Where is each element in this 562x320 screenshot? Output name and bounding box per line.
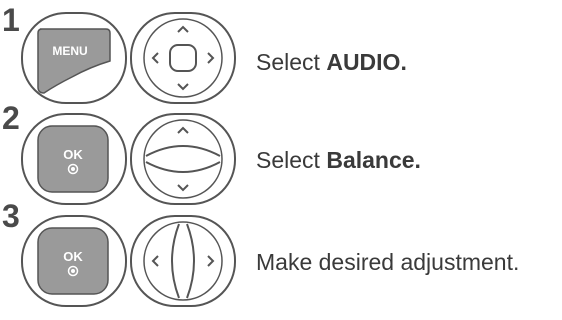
step-number-3: 3	[2, 198, 20, 234]
step-3-caption-prefix: Make desired adjustment.	[256, 249, 520, 275]
step-number-2: 2	[2, 100, 20, 136]
navigation-left-right-icon[interactable]	[129, 214, 237, 308]
step-1-caption-bold: AUDIO.	[326, 49, 407, 75]
navigation-up-down-icon[interactable]	[129, 112, 237, 206]
menu-button-label: MENU	[52, 44, 87, 58]
step-number-1: 1	[2, 2, 20, 38]
step-3-caption: Make desired adjustment.	[256, 249, 519, 276]
menu-button-icon[interactable]: MENU	[20, 11, 128, 105]
step-1-caption-prefix: Select	[256, 49, 327, 75]
step-2-caption-prefix: Select	[256, 147, 327, 173]
navigation-four-way-icon[interactable]	[129, 11, 237, 105]
ok-button-icon-step3[interactable]: OK	[20, 214, 128, 308]
ok-button-icon[interactable]: OK	[20, 112, 128, 206]
ok-button-label: OK	[63, 147, 83, 162]
step-1-caption: Select AUDIO.	[256, 49, 407, 76]
ok-button-label-step3: OK	[63, 249, 83, 264]
step-2-caption-bold: Balance.	[326, 147, 421, 173]
step-2-caption: Select Balance.	[256, 147, 421, 174]
